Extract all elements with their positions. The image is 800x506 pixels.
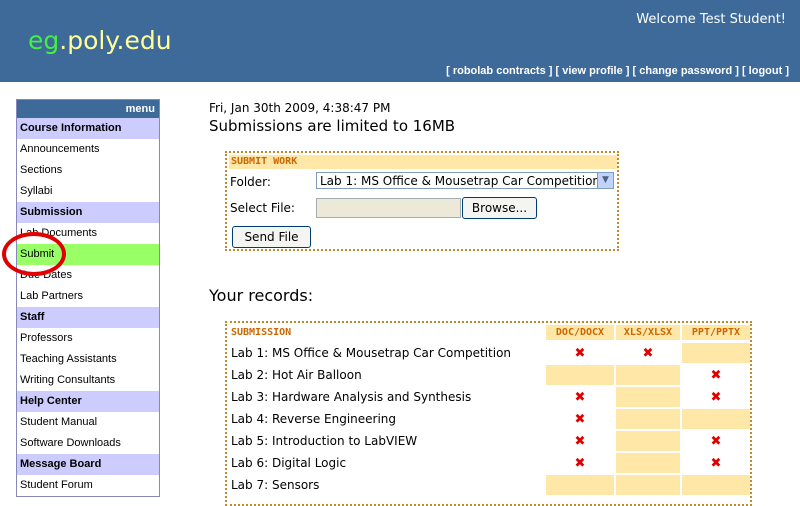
records-header-row: SUBMISSION DOC/DOCX XLS/XLSX PPT/PPTX bbox=[229, 325, 750, 340]
missing-x-icon: ✖ bbox=[710, 434, 722, 449]
xls-cell bbox=[616, 475, 680, 495]
missing-x-icon: ✖ bbox=[574, 434, 586, 449]
xls-cell bbox=[616, 409, 680, 429]
link-logout[interactable]: [ logout ] bbox=[742, 65, 789, 77]
header-doc: DOC/DOCX bbox=[546, 325, 614, 340]
missing-x-icon: ✖ bbox=[710, 390, 722, 405]
missing-x-icon: ✖ bbox=[710, 456, 722, 471]
table-row: Lab 6: Digital Logic ✖ ✖ bbox=[229, 453, 750, 473]
ppt-cell: ✖ bbox=[682, 387, 750, 407]
annotation-circle bbox=[2, 232, 66, 276]
menu-section-help-center: Help Center bbox=[17, 391, 159, 412]
current-datetime: Fri, Jan 30th 2009, 4:38:47 PM bbox=[209, 101, 391, 115]
menu-title: menu bbox=[17, 100, 159, 118]
missing-x-icon: ✖ bbox=[710, 368, 722, 383]
submit-work-form: SUBMIT WORK Folder: Lab 1: MS Office & M… bbox=[225, 151, 619, 251]
header-xls: XLS/XLSX bbox=[616, 325, 680, 340]
menu-item-student-manual[interactable]: Student Manual bbox=[17, 412, 159, 433]
ppt-cell bbox=[682, 475, 750, 495]
xls-cell bbox=[616, 453, 680, 473]
submission-cell: Lab 5: Introduction to LabVIEW bbox=[229, 431, 544, 451]
menu-section-message-board: Message Board bbox=[17, 454, 159, 475]
table-row: Lab 2: Hot Air Balloon ✖ bbox=[229, 365, 750, 385]
menu-item-lab-partners[interactable]: Lab Partners bbox=[17, 286, 159, 307]
ppt-cell: ✖ bbox=[682, 453, 750, 473]
site-logo[interactable]: eg.poly.edu bbox=[28, 26, 172, 55]
table-row: Lab 5: Introduction to LabVIEW ✖ ✖ bbox=[229, 431, 750, 451]
menu-section-staff: Staff bbox=[17, 307, 159, 328]
xls-cell: ✖ bbox=[616, 343, 680, 363]
submission-cell: Lab 3: Hardware Analysis and Synthesis bbox=[229, 387, 544, 407]
table-row: Lab 7: Sensors bbox=[229, 475, 750, 495]
menu-section-course-information: Course Information bbox=[17, 118, 159, 139]
menu-item-writing-consultants[interactable]: Writing Consultants bbox=[17, 370, 159, 391]
menu-item-teaching-assistants[interactable]: Teaching Assistants bbox=[17, 349, 159, 370]
missing-x-icon: ✖ bbox=[642, 346, 654, 361]
doc-cell: ✖ bbox=[546, 343, 614, 363]
header-ppt: PPT/PPTX bbox=[682, 325, 750, 340]
menu-item-student-forum[interactable]: Student Forum bbox=[17, 475, 159, 496]
doc-cell: ✖ bbox=[546, 387, 614, 407]
chevron-down-icon[interactable]: ▼ bbox=[597, 173, 613, 188]
link-change-password[interactable]: [ change password ] bbox=[633, 65, 739, 77]
table-row: Lab 1: MS Office & Mousetrap Car Competi… bbox=[229, 343, 750, 363]
submission-cell: Lab 6: Digital Logic bbox=[229, 453, 544, 473]
submission-cell: Lab 7: Sensors bbox=[229, 475, 544, 495]
menu-item-software-downloads[interactable]: Software Downloads bbox=[17, 433, 159, 454]
folder-label: Folder: bbox=[230, 175, 271, 189]
link-view-profile[interactable]: [ view profile ] bbox=[556, 65, 630, 77]
send-file-button[interactable]: Send File bbox=[232, 226, 311, 248]
menu-item-syllabi[interactable]: Syllabi bbox=[17, 181, 159, 202]
folder-select[interactable]: Lab 1: MS Office & Mousetrap Car Competi… bbox=[316, 172, 614, 189]
doc-cell bbox=[546, 365, 614, 385]
file-path-input[interactable] bbox=[316, 198, 461, 218]
ppt-cell: ✖ bbox=[682, 431, 750, 451]
missing-x-icon: ✖ bbox=[574, 346, 586, 361]
top-links: [ robolab contracts ] [ view profile ] [… bbox=[446, 65, 789, 77]
ppt-cell bbox=[682, 343, 750, 363]
xls-cell bbox=[616, 365, 680, 385]
file-label: Select File: bbox=[230, 201, 295, 215]
folder-select-value: Lab 1: MS Office & Mousetrap Car Competi… bbox=[320, 174, 601, 188]
header-submission: SUBMISSION bbox=[229, 325, 544, 340]
missing-x-icon: ✖ bbox=[574, 390, 586, 405]
ppt-cell: ✖ bbox=[682, 365, 750, 385]
sidebar-menu: menu Course Information Announcements Se… bbox=[16, 99, 160, 497]
site-header: eg.poly.edu Welcome Test Student! [ robo… bbox=[0, 0, 800, 82]
menu-section-submission: Submission bbox=[17, 202, 159, 223]
logo-rest: .poly.edu bbox=[59, 26, 172, 55]
ppt-cell bbox=[682, 409, 750, 429]
doc-cell: ✖ bbox=[546, 453, 614, 473]
menu-item-professors[interactable]: Professors bbox=[17, 328, 159, 349]
welcome-text: Welcome Test Student! bbox=[636, 12, 786, 27]
logo-eg: eg bbox=[28, 26, 60, 55]
menu-item-announcements[interactable]: Announcements bbox=[17, 139, 159, 160]
records-table: SUBMISSION DOC/DOCX XLS/XLSX PPT/PPTX La… bbox=[225, 321, 752, 506]
missing-x-icon: ✖ bbox=[574, 456, 586, 471]
doc-cell: ✖ bbox=[546, 431, 614, 451]
doc-cell: ✖ bbox=[546, 409, 614, 429]
submission-cell: Lab 4: Reverse Engineering bbox=[229, 409, 544, 429]
records-title: Your records: bbox=[209, 286, 314, 305]
table-row: Lab 3: Hardware Analysis and Synthesis ✖ ✖ bbox=[229, 387, 750, 407]
doc-cell bbox=[546, 475, 614, 495]
xls-cell bbox=[616, 387, 680, 407]
submission-cell: Lab 1: MS Office & Mousetrap Car Competi… bbox=[229, 343, 544, 363]
browse-button[interactable]: Browse... bbox=[462, 197, 537, 219]
submission-cell: Lab 2: Hot Air Balloon bbox=[229, 365, 544, 385]
submit-work-title: SUBMIT WORK bbox=[229, 155, 617, 169]
table-row: Lab 4: Reverse Engineering ✖ bbox=[229, 409, 750, 429]
link-robolab-contracts[interactable]: [ robolab contracts ] bbox=[446, 65, 552, 77]
xls-cell bbox=[616, 431, 680, 451]
size-limit-notice: Submissions are limited to 16MB bbox=[209, 117, 456, 135]
missing-x-icon: ✖ bbox=[574, 412, 586, 427]
menu-item-sections[interactable]: Sections bbox=[17, 160, 159, 181]
